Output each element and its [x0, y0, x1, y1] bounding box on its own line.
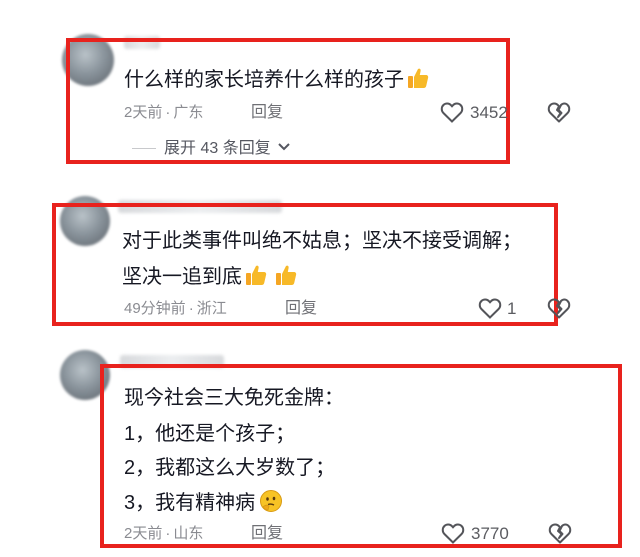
- comment-meta: 2天前 · 山东: [124, 525, 204, 542]
- dislike-broken-heart-icon[interactable]: [547, 297, 571, 319]
- reply-button[interactable]: 回复: [251, 104, 283, 122]
- divider-line: [132, 148, 156, 150]
- thumbs-up-emoji: [246, 265, 267, 285]
- dislike-broken-heart-icon[interactable]: [548, 522, 572, 544]
- comment-text-line-1: 现今社会三大免死金牌：: [124, 387, 344, 409]
- like-count: 3452: [470, 103, 508, 122]
- thumbs-up-emoji: [276, 265, 297, 285]
- comment-meta: 2天前 · 广东: [124, 104, 204, 121]
- reply-button[interactable]: 回复: [251, 525, 283, 543]
- comment-meta: 49分钟前 · 浙江: [124, 300, 227, 317]
- dislike-broken-heart-icon[interactable]: [547, 101, 571, 123]
- chevron-down-icon: [278, 143, 290, 151]
- like-count: 3770: [471, 524, 509, 543]
- comment-text-line-2: 坚决一追到底: [122, 263, 298, 289]
- thinking-emoji: [260, 490, 283, 512]
- like-count: 1: [507, 299, 517, 318]
- comment-text: 什么样的家长培养什么样的孩子: [124, 66, 430, 92]
- like-heart-icon[interactable]: [441, 522, 465, 544]
- thumbs-up-emoji: [408, 68, 429, 88]
- like-heart-icon[interactable]: [478, 297, 502, 319]
- expand-replies-button[interactable]: 展开 43 条回复: [132, 140, 291, 158]
- comment-text-line-4: 3，我有精神病: [124, 489, 283, 515]
- comment-text-line-1: 对于此类事件叫绝不姑息；坚决不接受调解；: [122, 230, 522, 252]
- like-heart-icon[interactable]: [440, 101, 464, 123]
- reply-button[interactable]: 回复: [285, 300, 317, 318]
- comment-text-line-2: 1，他还是个孩子；: [124, 423, 296, 445]
- comment-text-line-3: 2，我都这么大岁数了；: [124, 457, 336, 479]
